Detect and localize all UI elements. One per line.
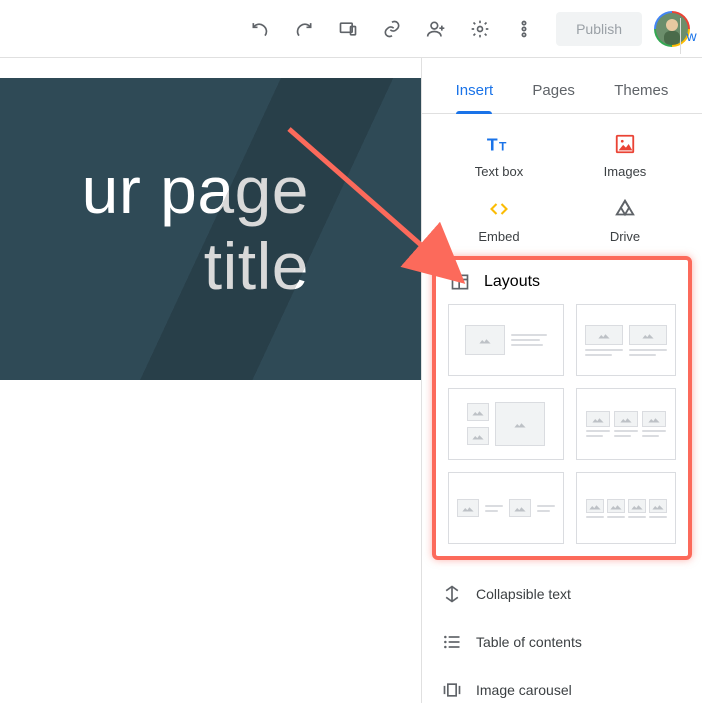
layouts-label: Layouts: [484, 273, 540, 291]
redo-icon: [294, 19, 314, 39]
toc-icon: [442, 632, 462, 652]
side-panel: Insert Pages Themes TT Text box Images: [422, 58, 702, 703]
top-toolbar: Publish: [0, 0, 702, 58]
preview-button[interactable]: [328, 9, 368, 49]
carousel-icon: [442, 680, 462, 700]
layout-tile-3[interactable]: [448, 388, 564, 460]
insert-images[interactable]: Images: [562, 132, 688, 179]
insert-textbox[interactable]: TT Text box: [436, 132, 562, 179]
layouts-grid: [436, 304, 688, 550]
side-indicator: w: [680, 18, 702, 54]
insert-table-of-contents[interactable]: Table of contents: [422, 618, 702, 666]
layouts-icon: [450, 272, 470, 292]
insert-embed[interactable]: Embed: [436, 197, 562, 244]
tab-insert[interactable]: Insert: [452, 72, 498, 113]
page-title-line2[interactable]: title: [0, 229, 421, 305]
redo-button[interactable]: [284, 9, 324, 49]
insert-drive[interactable]: Drive: [562, 197, 688, 244]
panel-tabs: Insert Pages Themes: [422, 58, 702, 114]
collapsible-label: Collapsible text: [476, 586, 571, 602]
tab-pages[interactable]: Pages: [528, 72, 579, 113]
more-button[interactable]: [504, 9, 544, 49]
carousel-label: Image carousel: [476, 682, 572, 698]
insert-embed-label: Embed: [478, 229, 519, 244]
layouts-header[interactable]: Layouts: [436, 260, 688, 304]
insert-image-carousel[interactable]: Image carousel: [422, 666, 702, 714]
images-icon: [611, 132, 639, 156]
canvas[interactable]: ur page title: [0, 58, 422, 703]
textbox-icon: TT: [485, 132, 513, 156]
layout-tile-1[interactable]: [448, 304, 564, 376]
insert-drive-label: Drive: [610, 229, 640, 244]
undo-icon: [250, 19, 270, 39]
page-title-line1[interactable]: ur page: [0, 153, 421, 229]
layout-tile-5[interactable]: [448, 472, 564, 544]
tab-themes[interactable]: Themes: [610, 72, 672, 113]
person-add-icon: [426, 19, 446, 39]
layout-tile-2[interactable]: [576, 304, 676, 376]
toc-label: Table of contents: [476, 634, 582, 650]
insert-grid: TT Text box Images Embed Drive: [422, 114, 702, 256]
undo-button[interactable]: [240, 9, 280, 49]
devices-icon: [338, 19, 358, 39]
settings-button[interactable]: [460, 9, 500, 49]
page-header-block[interactable]: ur page title: [0, 78, 421, 380]
main-area: ur page title Insert Pages Themes TT Tex…: [0, 58, 702, 703]
drive-icon: [611, 197, 639, 221]
embed-icon: [485, 197, 513, 221]
insert-images-label: Images: [604, 164, 647, 179]
share-button[interactable]: [416, 9, 456, 49]
link-icon: [382, 19, 402, 39]
insert-textbox-label: Text box: [475, 164, 523, 179]
gear-icon: [470, 19, 490, 39]
publish-button[interactable]: Publish: [556, 12, 642, 46]
collapsible-icon: [442, 584, 462, 604]
svg-text:T: T: [487, 135, 498, 155]
more-vert-icon: [514, 19, 534, 39]
layout-tile-6[interactable]: [576, 472, 676, 544]
svg-text:T: T: [499, 140, 507, 154]
insert-collapsible-text[interactable]: Collapsible text: [422, 570, 702, 618]
link-button[interactable]: [372, 9, 412, 49]
layout-tile-4[interactable]: [576, 388, 676, 460]
layouts-section-highlighted: Layouts: [432, 256, 692, 560]
